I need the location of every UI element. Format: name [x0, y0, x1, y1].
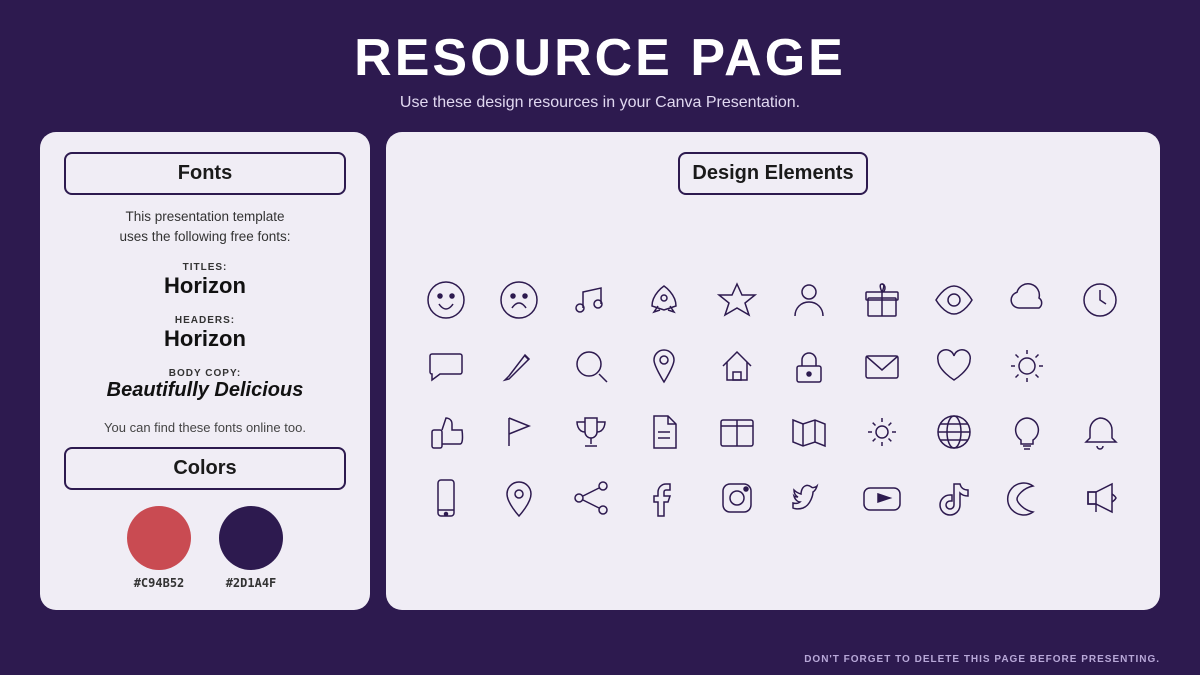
color-circle-2	[219, 506, 283, 570]
icon-row-3	[410, 404, 1136, 460]
pencil-icon	[491, 338, 547, 394]
megaphone-icon	[1072, 470, 1128, 526]
lock-icon	[781, 338, 837, 394]
document-icon	[636, 404, 692, 460]
map-icon	[781, 404, 837, 460]
color-swatches: #C94B52 #2D1A4F	[64, 506, 346, 590]
page-subtitle: Use these design resources in your Canva…	[0, 94, 1200, 112]
eye-icon	[926, 272, 982, 328]
clock-icon	[1072, 272, 1128, 328]
person-icon	[781, 272, 837, 328]
bell-icon	[1072, 404, 1128, 460]
icon-row-1	[410, 272, 1136, 328]
twitter-icon	[781, 470, 837, 526]
sun-icon	[999, 338, 1055, 394]
book-icon	[709, 404, 765, 460]
gift-icon	[854, 272, 910, 328]
mobile-icon	[418, 470, 474, 526]
main-content: Fonts This presentation template uses th…	[0, 132, 1200, 610]
trophy-icon	[563, 404, 619, 460]
fonts-section-label: Fonts	[64, 152, 346, 195]
gear-icon	[854, 404, 910, 460]
smiley-icon	[418, 272, 474, 328]
tiktok-icon	[926, 470, 982, 526]
page-header: RESOURCE PAGE Use these design resources…	[0, 0, 1200, 124]
thumbs-up-icon	[418, 404, 474, 460]
design-elements-label: Design Elements	[678, 152, 867, 195]
instagram-icon	[709, 470, 765, 526]
music-notes-icon	[563, 272, 619, 328]
font-headers: HEADERS: Horizon	[64, 315, 346, 352]
lightbulb-icon	[999, 404, 1055, 460]
share-icon	[563, 470, 619, 526]
facebook-icon	[636, 470, 692, 526]
color-hex-2: #2D1A4F	[226, 576, 277, 590]
envelope-icon	[854, 338, 910, 394]
fonts-note: You can find these fonts online too.	[64, 420, 346, 435]
page-title: RESOURCE PAGE	[0, 28, 1200, 88]
color-swatch-1: #C94B52	[127, 506, 191, 590]
globe-icon	[926, 404, 982, 460]
star-icon	[709, 272, 765, 328]
font-titles: TITLES: Horizon	[64, 262, 346, 299]
fonts-description: This presentation template uses the foll…	[64, 207, 346, 248]
colors-section-label: Colors	[64, 447, 346, 490]
right-panel: Design Elements	[386, 132, 1160, 610]
font-body: BODY COPY: Beautifully Delicious	[64, 368, 346, 402]
sad-face-icon	[491, 272, 547, 328]
color-hex-1: #C94B52	[134, 576, 185, 590]
rocket-icon	[636, 272, 692, 328]
house-icon	[709, 338, 765, 394]
location-pin-icon	[491, 470, 547, 526]
speech-bubble-icon	[418, 338, 474, 394]
placeholder-icon	[1072, 338, 1128, 394]
moon-icon	[999, 470, 1055, 526]
left-panel: Fonts This presentation template uses th…	[40, 132, 370, 610]
color-circle-1	[127, 506, 191, 570]
icon-row-2	[410, 338, 1136, 394]
icon-row-4	[410, 470, 1136, 526]
heart-icon	[926, 338, 982, 394]
footer-note: DON'T FORGET TO DELETE THIS PAGE BEFORE …	[804, 654, 1160, 665]
pin-icon	[636, 338, 692, 394]
color-swatch-2: #2D1A4F	[219, 506, 283, 590]
search-icon	[563, 338, 619, 394]
cloud-icon	[999, 272, 1055, 328]
colors-section: Colors #C94B52 #2D1A4F	[64, 447, 346, 590]
flag-icon	[491, 404, 547, 460]
icons-grid	[410, 209, 1136, 590]
youtube-icon	[854, 470, 910, 526]
